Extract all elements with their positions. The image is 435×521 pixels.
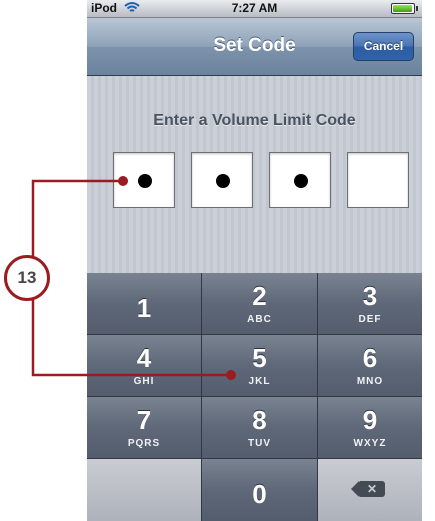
callout-lines (31, 176, 236, 380)
callout-dot-bottom (226, 370, 236, 380)
callout-dot-top (118, 176, 128, 186)
callout-number-badge: 13 (4, 255, 50, 301)
